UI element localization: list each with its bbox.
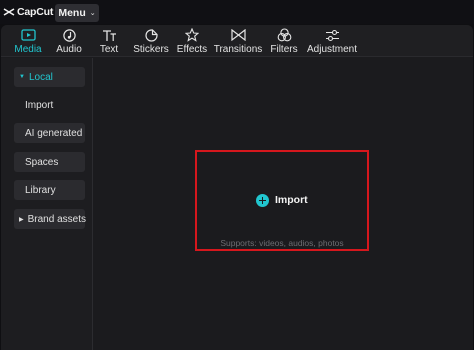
tab-stickers[interactable]: Stickers bbox=[133, 27, 169, 57]
capcut-app: CapCut Menu ⌄ Media Audio Text Stickers … bbox=[0, 0, 474, 350]
import-label: Import bbox=[275, 194, 308, 206]
plus-circle-icon bbox=[256, 193, 269, 207]
media-icon bbox=[20, 27, 36, 43]
stickers-icon bbox=[144, 27, 158, 43]
menu-button[interactable]: Menu ⌄ bbox=[55, 4, 99, 22]
tab-label: Stickers bbox=[133, 44, 169, 55]
sidebar-item-label: Local bbox=[28, 71, 53, 83]
tab-filters[interactable]: Filters bbox=[269, 27, 299, 57]
logo-text: CapCut bbox=[17, 6, 54, 18]
tab-label: Audio bbox=[56, 44, 82, 55]
tab-label: Filters bbox=[270, 44, 298, 55]
sidebar-item-label: AI generated bbox=[25, 127, 83, 139]
sidebar-item-local[interactable]: ▼ Local bbox=[14, 67, 85, 87]
sidebar-item-label: Spaces bbox=[25, 156, 59, 168]
supported-formats-text: Supports: videos, audios, photos bbox=[220, 238, 344, 248]
transitions-icon bbox=[230, 27, 246, 43]
media-content-area: Import Supports: videos, audios, photos bbox=[94, 58, 473, 350]
audio-icon bbox=[62, 27, 76, 43]
sidebar-item-ai-generated[interactable]: AI generated bbox=[14, 123, 85, 143]
adjustment-icon bbox=[325, 27, 340, 43]
tab-label: Transitions bbox=[213, 44, 263, 55]
tab-media[interactable]: Media bbox=[13, 27, 43, 57]
sidebar-item-label: Brand assets bbox=[27, 213, 86, 225]
tab-label: Text bbox=[99, 44, 119, 55]
sidebar-item-import[interactable]: Import bbox=[14, 95, 85, 115]
tab-text[interactable]: Text bbox=[97, 27, 121, 57]
tab-label: Effects bbox=[176, 44, 208, 55]
title-bar: CapCut Menu ⌄ bbox=[0, 0, 474, 24]
menu-label: Menu bbox=[58, 7, 86, 19]
caret-right-icon: ▶ bbox=[19, 216, 24, 223]
text-icon bbox=[102, 27, 117, 43]
media-sidebar: ▼ Local Import AI generated Spaces Libra… bbox=[1, 58, 93, 350]
tab-effects[interactable]: Effects bbox=[176, 27, 208, 57]
capcut-logo: CapCut bbox=[3, 4, 53, 20]
tab-audio[interactable]: Audio bbox=[54, 27, 84, 57]
capcut-logo-icon bbox=[3, 7, 15, 17]
sidebar-item-label: Import bbox=[25, 99, 54, 111]
tab-label: Media bbox=[14, 44, 42, 55]
sidebar-item-spaces[interactable]: Spaces bbox=[14, 152, 85, 172]
asset-toolbar: Media Audio Text Stickers Effects Transi… bbox=[1, 25, 473, 57]
chevron-down-icon: ⌄ bbox=[89, 10, 96, 17]
media-panel: Media Audio Text Stickers Effects Transi… bbox=[1, 25, 473, 350]
tab-transitions[interactable]: Transitions bbox=[214, 27, 262, 57]
import-button[interactable]: Import bbox=[256, 192, 308, 208]
filters-icon bbox=[277, 27, 292, 43]
sidebar-item-label: Library bbox=[25, 184, 56, 196]
tab-label: Adjustment bbox=[306, 44, 358, 55]
effects-icon bbox=[185, 27, 199, 43]
caret-down-icon: ▼ bbox=[19, 74, 25, 80]
sidebar-item-library[interactable]: Library bbox=[14, 180, 85, 200]
tab-adjustment[interactable]: Adjustment bbox=[305, 27, 359, 57]
sidebar-item-brand-assets[interactable]: ▶ Brand assets bbox=[14, 209, 86, 229]
